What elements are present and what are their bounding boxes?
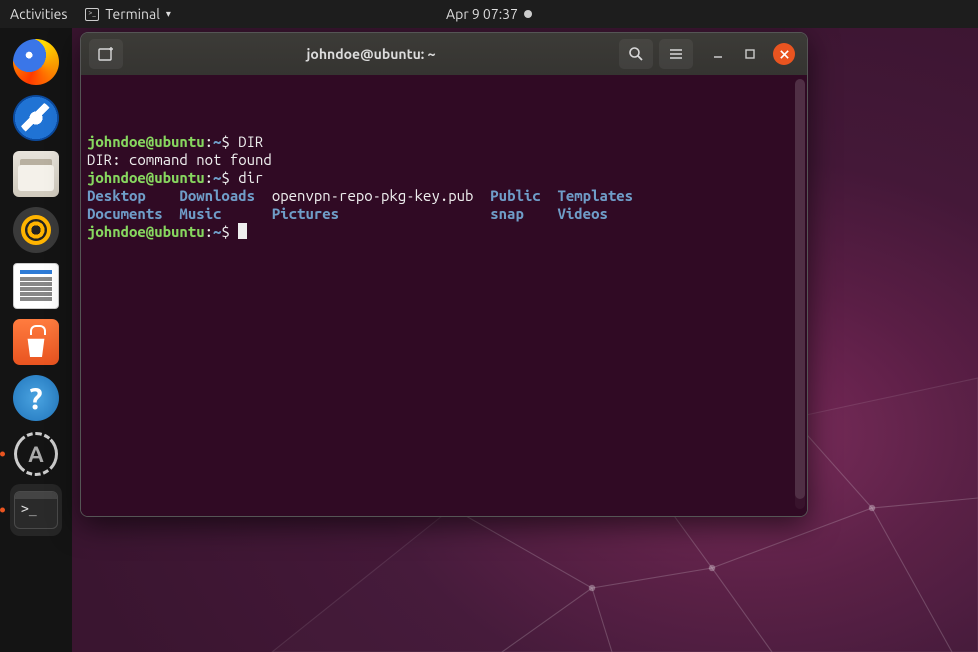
chevron-down-icon: ▾: [166, 8, 171, 20]
terminal-scrollbar[interactable]: [795, 79, 805, 509]
dock-item-thunderbird[interactable]: [10, 92, 62, 144]
dir-entry: snap: [490, 205, 524, 222]
close-icon: [779, 49, 790, 60]
terminal-dir-row: Documents Music Pictures snap Videos: [87, 205, 801, 223]
dir-entry: Videos: [557, 205, 607, 222]
prompt-sep: :: [205, 169, 213, 186]
dock-item-software[interactable]: [10, 316, 62, 368]
firefox-icon: [13, 39, 59, 85]
dock-item-updater[interactable]: [10, 428, 62, 480]
prompt-symbol: $: [221, 223, 238, 240]
prompt-userhost: johndoe@ubuntu: [87, 133, 205, 150]
dock-item-rhythmbox[interactable]: [10, 204, 62, 256]
terminal-output-line: DIR: command not found: [87, 151, 801, 169]
dir-entry: Music: [179, 205, 221, 222]
terminal-line: johndoe@ubuntu:~$ dir: [87, 169, 801, 187]
terminal-window: johndoe@ubuntu: ~ johndoe@ubuntu:~$ DIRD…: [80, 32, 808, 517]
thunderbird-icon: [13, 95, 59, 141]
dir-entry: Desktop: [87, 187, 146, 204]
terminal-icon: [85, 8, 99, 21]
dock-item-files[interactable]: [10, 148, 62, 200]
activities-label: Activities: [10, 6, 67, 22]
command-text: DIR: [238, 133, 263, 150]
dock-item-firefox[interactable]: [10, 36, 62, 88]
dir-entry: Pictures: [272, 205, 339, 222]
libreoffice-writer-icon: [13, 263, 59, 309]
app-menu-button[interactable]: Terminal ▾: [85, 6, 171, 22]
search-icon: [628, 46, 644, 62]
prompt-sep: :: [205, 223, 213, 240]
help-icon: ?: [13, 375, 59, 421]
prompt-userhost: johndoe@ubuntu: [87, 223, 205, 240]
prompt-symbol: $: [221, 133, 238, 150]
terminal-line: johndoe@ubuntu:~$ DIR: [87, 133, 801, 151]
dock-item-help[interactable]: ?: [10, 372, 62, 424]
minimize-icon: [712, 48, 724, 60]
new-tab-button[interactable]: [89, 39, 123, 69]
notification-dot-icon: [524, 10, 532, 18]
dir-entry: Templates: [557, 187, 633, 204]
terminal-dir-row: Desktop Downloads openvpn-repo-pkg-key.p…: [87, 187, 801, 205]
hamburger-icon: [668, 46, 684, 62]
dir-entry: Documents: [87, 205, 163, 222]
dock: ?: [0, 28, 72, 652]
minimize-button[interactable]: [709, 45, 727, 63]
maximize-icon: [744, 48, 756, 60]
software-updater-icon: [14, 432, 58, 476]
dir-entry: openvpn-repo-pkg-key.pub: [272, 187, 474, 204]
prompt-sep: :: [205, 133, 213, 150]
dir-entry: Public: [490, 187, 540, 204]
new-tab-icon: [98, 46, 114, 62]
maximize-button[interactable]: [741, 45, 759, 63]
terminal-icon: [14, 491, 58, 529]
clock-button[interactable]: Apr 9 07:37: [446, 6, 532, 22]
cursor: [238, 223, 247, 239]
app-menu-label: Terminal: [105, 6, 160, 22]
window-title: johndoe@ubuntu: ~: [129, 46, 613, 62]
activities-button[interactable]: Activities: [10, 6, 67, 22]
prompt-userhost: johndoe@ubuntu: [87, 169, 205, 186]
terminal-line: johndoe@ubuntu:~$: [87, 223, 801, 241]
rhythmbox-icon: [13, 207, 59, 253]
dock-item-writer[interactable]: [10, 260, 62, 312]
command-text: dir: [238, 169, 263, 186]
datetime-label: Apr 9 07:37: [446, 6, 518, 22]
dock-item-terminal[interactable]: [10, 484, 62, 536]
terminal-titlebar[interactable]: johndoe@ubuntu: ~: [81, 33, 807, 75]
dir-entry: Downloads: [179, 187, 255, 204]
terminal-body[interactable]: johndoe@ubuntu:~$ DIRDIR: command not fo…: [81, 75, 807, 516]
close-button[interactable]: [773, 43, 795, 65]
top-bar: Activities Terminal ▾ Apr 9 07:37: [0, 0, 978, 28]
prompt-symbol: $: [221, 169, 238, 186]
search-button[interactable]: [619, 39, 653, 69]
hamburger-menu-button[interactable]: [659, 39, 693, 69]
files-icon: [13, 151, 59, 197]
ubuntu-software-icon: [13, 319, 59, 365]
